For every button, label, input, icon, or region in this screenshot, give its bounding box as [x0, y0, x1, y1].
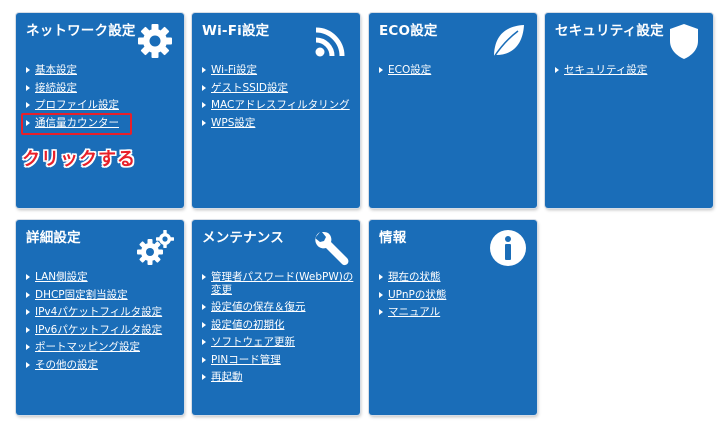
link-dhcp-fixed[interactable]: DHCP固定割当設定 — [35, 289, 128, 301]
link-basic-settings[interactable]: 基本設定 — [35, 64, 77, 76]
list-item: プロファイル設定 — [26, 99, 178, 112]
list-item: MACアドレスフィルタリング — [202, 99, 354, 112]
wifi-links: Wi-Fi設定 ゲストSSID設定 MACアドレスフィルタリング WPS設定 — [202, 64, 354, 134]
info-icon — [488, 228, 528, 268]
link-ipv6-filter[interactable]: IPv6パケットフィルタ設定 — [35, 324, 162, 336]
network-settings-tile: ネットワーク設定 基本設定 接続設定 プロファイル設定 通信量カウンター クリッ… — [16, 13, 184, 208]
link-current-status[interactable]: 現在の状態 — [388, 271, 441, 283]
highlight-box — [21, 113, 132, 135]
link-other-settings[interactable]: その他の設定 — [35, 359, 98, 371]
list-item: ソフトウェア更新 — [202, 336, 354, 349]
link-software-update[interactable]: ソフトウェア更新 — [211, 336, 295, 348]
list-item: LAN側設定 — [26, 271, 178, 284]
leaf-icon — [488, 21, 528, 61]
eco-settings-tile: ECO設定 ECO設定 — [369, 13, 537, 208]
info-tile: 情報 現在の状態 UPnPの状態 マニュアル — [369, 220, 537, 415]
advanced-settings-tile: 詳細設定 LAN側設定 DHCP固定割当設定 IPv4パケットフィルタ設定 IP… — [16, 220, 184, 415]
link-port-mapping[interactable]: ポートマッピング設定 — [35, 341, 140, 353]
list-item: ゲストSSID設定 — [202, 82, 354, 95]
list-item: 基本設定 — [26, 64, 178, 77]
list-item: PINコード管理 — [202, 354, 354, 367]
list-item: WPS設定 — [202, 117, 354, 130]
link-profile-settings[interactable]: プロファイル設定 — [35, 99, 119, 111]
link-manual[interactable]: マニュアル — [388, 306, 440, 318]
link-reboot[interactable]: 再起動 — [211, 371, 243, 383]
maintenance-links: 管理者パスワード(WebPW)の変更 設定値の保存＆復元 設定値の初期化 ソフト… — [202, 271, 354, 389]
gear-icon — [135, 21, 175, 61]
wrench-icon — [311, 228, 351, 268]
link-pin-code[interactable]: PINコード管理 — [211, 354, 281, 366]
link-eco-settings[interactable]: ECO設定 — [388, 64, 431, 76]
wifi-icon — [311, 21, 351, 61]
link-security-settings[interactable]: セキュリティ設定 — [564, 64, 647, 76]
security-settings-tile: セキュリティ設定 セキュリティ設定 — [545, 13, 713, 208]
link-admin-password[interactable]: 管理者パスワード(WebPW)の変更 — [211, 271, 353, 296]
list-item: ポートマッピング設定 — [26, 341, 178, 354]
tile-title: セキュリティ設定 — [555, 23, 664, 39]
list-item: 現在の状態 — [379, 271, 531, 284]
link-guest-ssid[interactable]: ゲストSSID設定 — [211, 82, 288, 94]
list-item: DHCP固定割当設定 — [26, 289, 178, 302]
link-mac-filtering[interactable]: MACアドレスフィルタリング — [211, 99, 350, 111]
list-item: Wi-Fi設定 — [202, 64, 354, 77]
click-annotation: クリックする — [22, 149, 136, 170]
link-ipv4-filter[interactable]: IPv4パケットフィルタ設定 — [35, 306, 162, 318]
tile-title: ネットワーク設定 — [26, 23, 136, 39]
security-links: セキュリティ設定 — [555, 64, 707, 82]
link-connection-settings[interactable]: 接続設定 — [35, 82, 77, 94]
link-factory-reset[interactable]: 設定値の初期化 — [211, 319, 285, 331]
list-item: 設定値の初期化 — [202, 319, 354, 332]
tile-title: 情報 — [379, 230, 407, 246]
tile-title: ECO設定 — [379, 23, 438, 39]
tile-title: Wi-Fi設定 — [202, 23, 270, 39]
maintenance-tile: メンテナンス 管理者パスワード(WebPW)の変更 設定値の保存＆復元 設定値の… — [192, 220, 360, 415]
list-item: 接続設定 — [26, 82, 178, 95]
list-item: 設定値の保存＆復元 — [202, 301, 354, 314]
link-wps-settings[interactable]: WPS設定 — [211, 117, 255, 129]
eco-links: ECO設定 — [379, 64, 531, 82]
link-upnp-status[interactable]: UPnPの状態 — [388, 289, 446, 301]
tile-title: 詳細設定 — [26, 230, 81, 246]
wifi-settings-tile: Wi-Fi設定 Wi-Fi設定 ゲストSSID設定 MACアドレスフィルタリング… — [192, 13, 360, 208]
shield-icon — [664, 21, 704, 61]
list-item: セキュリティ設定 — [555, 64, 707, 77]
advanced-links: LAN側設定 DHCP固定割当設定 IPv4パケットフィルタ設定 IPv6パケッ… — [26, 271, 178, 376]
list-item: その他の設定 — [26, 359, 178, 372]
info-links: 現在の状態 UPnPの状態 マニュアル — [379, 271, 531, 324]
link-lan-settings[interactable]: LAN側設定 — [35, 271, 88, 283]
link-wifi-settings[interactable]: Wi-Fi設定 — [211, 64, 257, 76]
tile-title: メンテナンス — [202, 230, 284, 246]
list-item: ECO設定 — [379, 64, 531, 77]
list-item: UPnPの状態 — [379, 289, 531, 302]
list-item: 再起動 — [202, 371, 354, 384]
list-item: IPv4パケットフィルタ設定 — [26, 306, 178, 319]
gears-icon — [135, 228, 175, 268]
link-save-restore[interactable]: 設定値の保存＆復元 — [211, 301, 306, 313]
list-item: 管理者パスワード(WebPW)の変更 — [202, 271, 354, 296]
list-item: IPv6パケットフィルタ設定 — [26, 324, 178, 337]
list-item: マニュアル — [379, 306, 531, 319]
